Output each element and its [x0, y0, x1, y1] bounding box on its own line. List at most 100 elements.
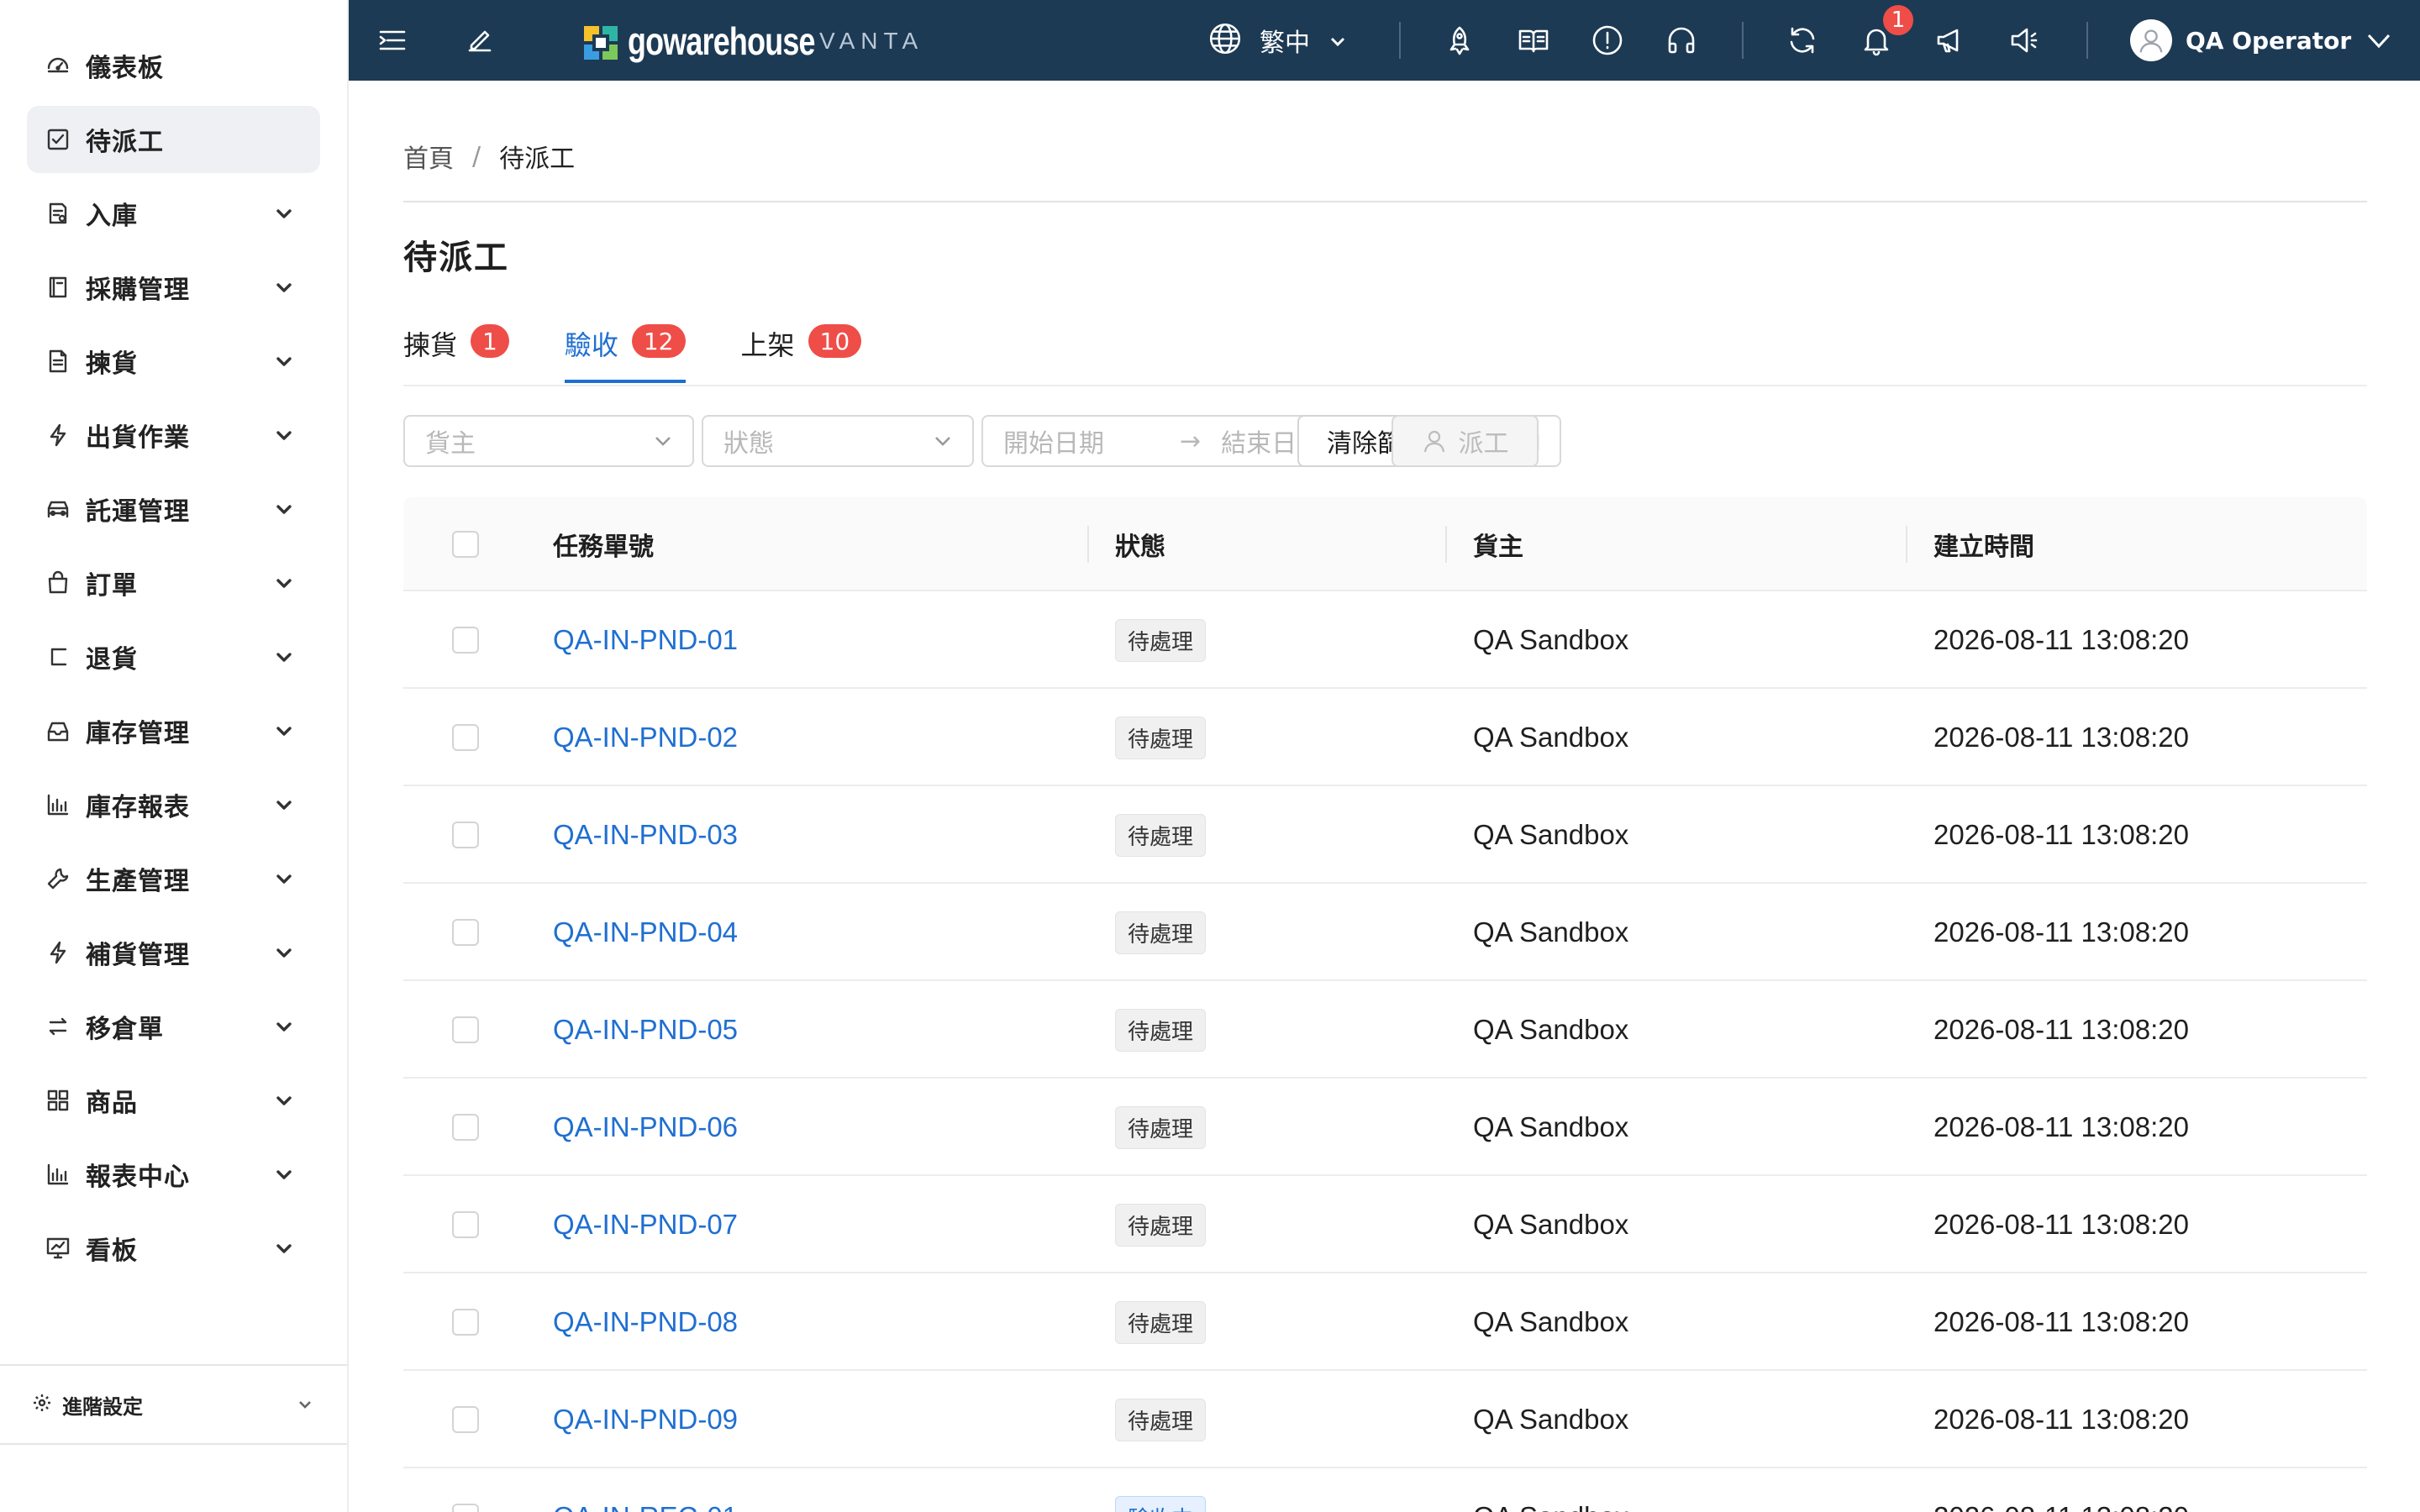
- tab-picking[interactable]: 揀貨 1: [403, 324, 509, 383]
- sidebar-item-inventory-report[interactable]: 庫存報表: [27, 771, 320, 838]
- sidebar-item-orders[interactable]: 訂單: [27, 549, 320, 617]
- sidebar-item-purchasing[interactable]: 採購管理: [27, 254, 320, 321]
- sidebar-item-inbound[interactable]: 入庫: [27, 180, 320, 247]
- row-checkbox[interactable]: [452, 1211, 479, 1238]
- menu-fold-icon[interactable]: [376, 24, 409, 57]
- row-checkbox[interactable]: [452, 1309, 479, 1336]
- tab-count-badge: 1: [471, 324, 509, 358]
- chevron-down-icon: [273, 1016, 295, 1037]
- assign-button[interactable]: 派工: [1392, 415, 1539, 467]
- sidebar-item-replenishment[interactable]: 補貨管理: [27, 919, 320, 986]
- created-time-cell: 2026-08-11 13:08:20: [1933, 1501, 2189, 1512]
- task-number-link[interactable]: QA-IN-REC-01: [553, 1501, 738, 1512]
- sidebar-item-label: 儀表板: [86, 54, 164, 83]
- table-row[interactable]: QA-IN-PND-03 待處理 QA Sandbox 2026-08-11 13:0…: [403, 786, 2367, 884]
- rocket-icon[interactable]: [1443, 24, 1476, 57]
- language-selector[interactable]: 繁中: [1207, 22, 1347, 59]
- table-row[interactable]: QA-IN-PND-04 待處理 QA Sandbox 2026-08-11 13:0…: [403, 884, 2367, 981]
- headset-icon[interactable]: [1665, 24, 1698, 57]
- column-header-task-no: 任務單號: [553, 533, 654, 562]
- row-checkbox[interactable]: [452, 627, 479, 654]
- user-menu[interactable]: QA Operator: [2130, 18, 2393, 62]
- language-label: 繁中: [1260, 29, 1310, 58]
- sidebar-item-label: 看板: [86, 1236, 138, 1266]
- grid-icon: [45, 1088, 71, 1113]
- globe-icon: [1207, 21, 1243, 60]
- row-checkbox[interactable]: [452, 1504, 479, 1512]
- sidebar-item-dashboard[interactable]: 儀表板: [27, 32, 320, 99]
- page-title: 待派工: [403, 239, 509, 277]
- row-checkbox[interactable]: [452, 724, 479, 751]
- table-row[interactable]: QA-IN-PND-01 待處理 QA Sandbox 2026-08-11 13:0…: [403, 591, 2367, 689]
- sidebar-item-label: 移倉單: [86, 1015, 164, 1044]
- speaker-icon[interactable]: [2007, 24, 2041, 57]
- logo-mark-icon: [584, 21, 618, 61]
- sidebar-item-kanban[interactable]: 看板: [27, 1215, 320, 1282]
- select-all-checkbox[interactable]: [452, 531, 479, 558]
- row-checkbox[interactable]: [452, 1406, 479, 1433]
- tab-putaway[interactable]: 上架 10: [741, 324, 862, 383]
- table-row[interactable]: QA-IN-PND-02 待處理 QA Sandbox 2026-08-11 13:0…: [403, 689, 2367, 786]
- task-number-link[interactable]: QA-IN-PND-09: [553, 1404, 738, 1436]
- edit-pen-icon[interactable]: [463, 24, 497, 57]
- task-number-link[interactable]: QA-IN-PND-06: [553, 1111, 738, 1143]
- table-row[interactable]: QA-IN-PND-06 待處理 QA Sandbox 2026-08-11 13:0…: [403, 1079, 2367, 1176]
- checkbox-icon: [45, 127, 71, 152]
- breadcrumb-home[interactable]: 首頁: [403, 138, 454, 175]
- sidebar-item-returns[interactable]: 退貨: [27, 623, 320, 690]
- task-number-link[interactable]: QA-IN-PND-03: [553, 819, 738, 851]
- sidebar-item-production[interactable]: 生產管理: [27, 845, 320, 912]
- user-name: QA Operator: [2186, 26, 2352, 55]
- sidebar-item-consignment[interactable]: 託運管理: [27, 475, 320, 543]
- sidebar-item-shipping[interactable]: 出貨作業: [27, 402, 320, 469]
- chevron-down-icon: [273, 720, 295, 742]
- owner-select[interactable]: 貨主: [403, 415, 694, 467]
- tab-label: 揀貨: [403, 329, 458, 361]
- table-row[interactable]: QA-IN-REC-01 驗收中 QA Sandbox 2026-08-11 13:0…: [403, 1468, 2367, 1512]
- task-number-link[interactable]: QA-IN-PND-05: [553, 1014, 738, 1046]
- sidebar-item-pending-dispatch[interactable]: 待派工: [27, 106, 320, 173]
- settings-icon: [32, 1393, 52, 1416]
- megaphone-icon[interactable]: [1933, 24, 1967, 57]
- refresh-icon[interactable]: [1786, 24, 1819, 57]
- task-number-link[interactable]: QA-IN-PND-02: [553, 722, 738, 753]
- alert-circle-icon[interactable]: [1591, 24, 1624, 57]
- status-select[interactable]: 狀態: [702, 415, 974, 467]
- book-open-icon[interactable]: [1517, 24, 1550, 57]
- sidebar-item-transfer[interactable]: 移倉單: [27, 993, 320, 1060]
- task-number-link[interactable]: QA-IN-PND-07: [553, 1209, 738, 1241]
- owner-cell: QA Sandbox: [1473, 722, 1629, 753]
- sidebar-item-products[interactable]: 商品: [27, 1067, 320, 1134]
- start-date-input[interactable]: 開始日期: [1003, 423, 1104, 459]
- tabs-divider: [403, 385, 2367, 386]
- owner-cell: QA Sandbox: [1473, 1501, 1628, 1512]
- sidebar-item-inventory[interactable]: 庫存管理: [27, 697, 320, 764]
- status-select-placeholder: 狀態: [723, 429, 774, 459]
- task-number-link[interactable]: QA-IN-PND-04: [553, 916, 738, 948]
- app-logo[interactable]: gowarehouse VANTA: [584, 19, 924, 63]
- table-row[interactable]: QA-IN-PND-09 待處理 QA Sandbox 2026-08-11 13:0…: [403, 1371, 2367, 1468]
- task-number-link[interactable]: QA-IN-PND-01: [553, 624, 738, 656]
- notification-bell-icon[interactable]: 1: [1860, 3, 1915, 57]
- row-checkbox[interactable]: [452, 1114, 479, 1141]
- owner-cell: QA Sandbox: [1473, 916, 1629, 948]
- table-row[interactable]: QA-IN-PND-05 待處理 QA Sandbox 2026-08-11 13:0…: [403, 981, 2367, 1079]
- breadcrumb-current: 待派工: [499, 144, 576, 174]
- task-number-link[interactable]: QA-IN-PND-08: [553, 1306, 738, 1338]
- row-checkbox[interactable]: [452, 1016, 479, 1043]
- sidebar-item-picking[interactable]: 揀貨: [27, 328, 320, 395]
- sidebar-item-report-center[interactable]: 報表中心: [27, 1141, 320, 1208]
- advanced-settings[interactable]: 進階設定: [0, 1364, 347, 1445]
- row-checkbox[interactable]: [452, 822, 479, 848]
- row-checkbox[interactable]: [452, 919, 479, 946]
- tab-receiving[interactable]: 驗收 12: [564, 324, 686, 383]
- main-content: 首頁 / 待派工 待派工 揀貨 1 驗收 12 上架 10 貨主 狀態 開始日期 → 結束…: [349, 81, 2420, 1512]
- chevron-down-icon: [273, 572, 295, 594]
- sidebar-item-label: 採購管理: [86, 276, 190, 305]
- status-badge: 待處理: [1115, 1300, 1207, 1344]
- chevron-down-icon: [273, 868, 295, 890]
- sidebar-item-label: 生產管理: [86, 867, 190, 896]
- table-row[interactable]: QA-IN-PND-07 待處理 QA Sandbox 2026-08-11 13:0…: [403, 1176, 2367, 1273]
- logo-subtext: VANTA: [819, 28, 924, 54]
- table-row[interactable]: QA-IN-PND-08 待處理 QA Sandbox 2026-08-11 13:0…: [403, 1273, 2367, 1371]
